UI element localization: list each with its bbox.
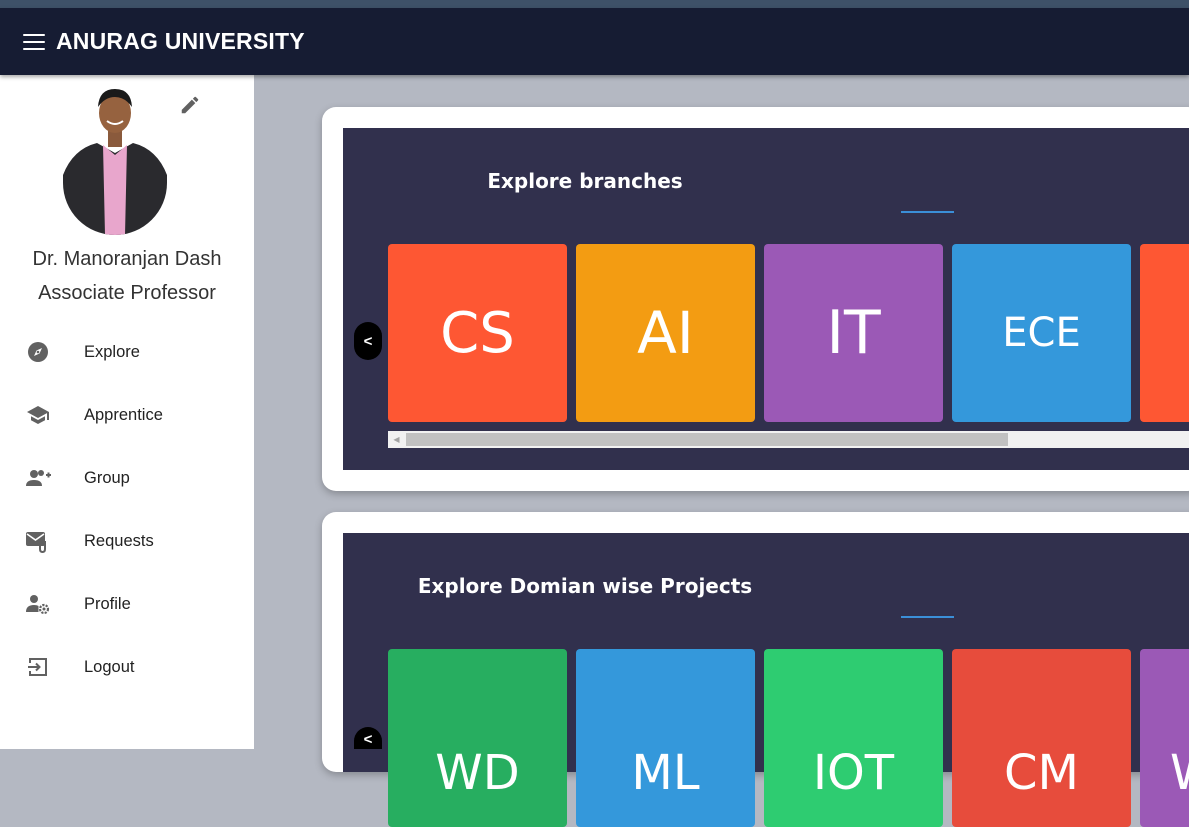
branches-prev-button[interactable]: < [354,322,382,360]
tile-label: IOT [812,745,895,801]
tile-label: WD [435,745,520,801]
user-name: Dr. Manoranjan Dash [32,248,222,270]
nav-label: Logout [84,657,135,676]
window-top-strip [0,0,1189,8]
app-bar: ANURAG UNIVERSITY [0,8,1189,75]
nav-label: Explore [84,342,140,361]
domain-tile-partial[interactable]: W [1140,649,1189,827]
nav-label: Requests [84,531,154,550]
branch-tile-ai[interactable]: AI [576,244,755,422]
logout-icon [25,654,51,680]
domain-tile-ml[interactable]: ML [576,649,755,827]
branch-tile-cs[interactable]: CS [388,244,567,422]
branch-tile-ece[interactable]: ECE [952,244,1131,422]
user-role: Associate Professor [38,282,216,304]
nav-label: Group [84,468,130,487]
domain-tile-iot[interactable]: IOT [764,649,943,827]
hamburger-menu-icon[interactable] [23,33,45,50]
nav-item-group[interactable]: Group [0,453,254,503]
tile-label: ECE [1002,310,1081,356]
domains-prev-button[interactable]: < [354,727,382,749]
domain-tile-cm[interactable]: CM [952,649,1131,827]
tile-label: W [1170,745,1189,801]
app-title: ANURAG UNIVERSITY [56,28,305,54]
branches-title-underline [901,211,954,213]
nav-item-logout[interactable]: Logout [0,642,254,692]
nav-item-apprentice[interactable]: Apprentice [0,390,254,440]
scroll-left-arrow-icon[interactable]: ◀ [388,431,405,448]
branch-tile-it[interactable]: IT [764,244,943,422]
edit-pencil-icon[interactable] [179,94,201,116]
tile-label: CS [440,300,515,366]
tile-label: CM [1004,745,1079,801]
tile-label: IT [826,298,881,368]
graduation-cap-icon [25,402,51,428]
branches-title: Explore branches [487,169,683,193]
tile-label: AI [637,299,694,367]
compass-icon [25,339,51,365]
add-group-icon [25,465,51,491]
scrollbar-thumb[interactable] [406,433,1008,446]
tile-label: ML [631,745,700,801]
domain-tile-wd[interactable]: WD [388,649,567,827]
avatar [63,83,167,235]
nav-item-explore[interactable]: Explore [0,327,254,377]
nav-label: Apprentice [84,405,163,424]
domains-title: Explore Domian wise Projects [417,574,753,598]
domains-title-underline [901,616,954,618]
mail-attach-icon [25,528,51,554]
branches-scrollbar[interactable]: ◀ [388,431,1189,448]
branch-tile-partial[interactable] [1140,244,1189,422]
nav-item-requests[interactable]: Requests [0,516,254,566]
